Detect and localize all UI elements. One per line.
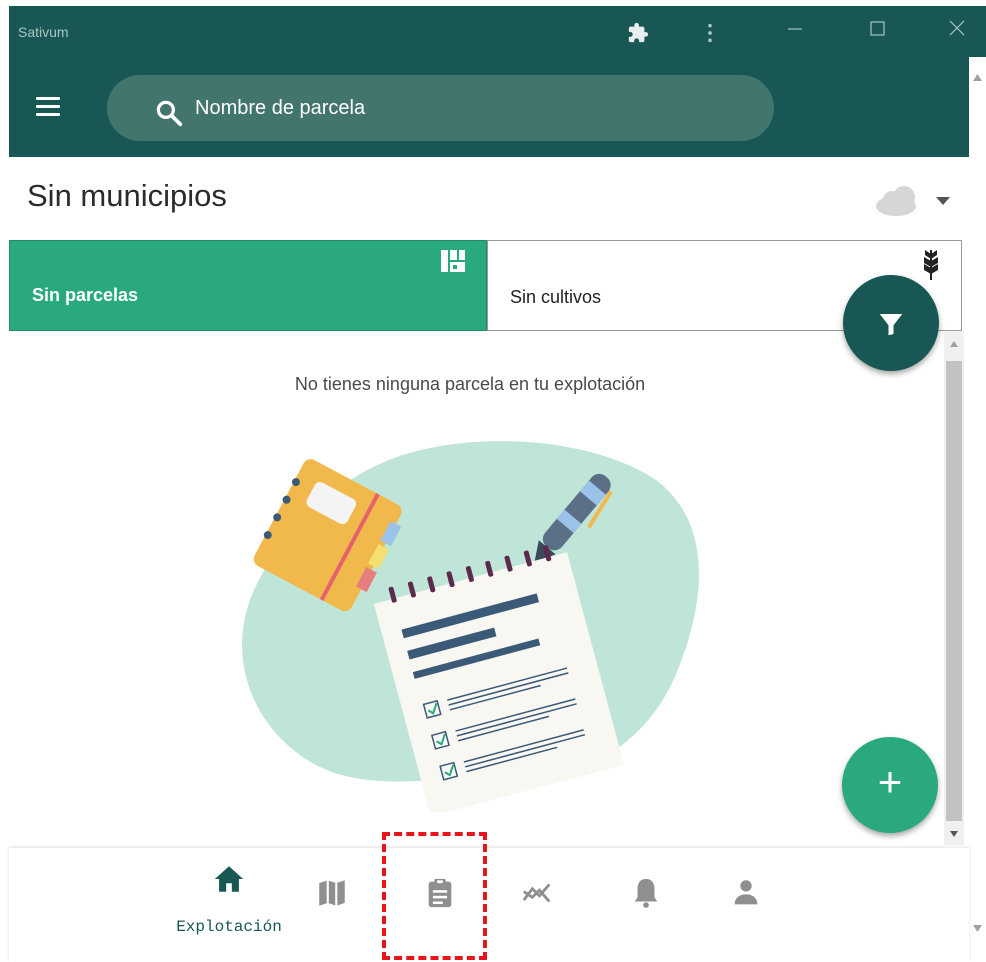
search-input[interactable] [195,91,735,125]
chevron-down-icon [936,197,950,205]
grid-icon [440,249,466,278]
trend-icon [522,883,551,903]
app-bar [9,57,969,157]
close-icon[interactable] [944,16,970,42]
menu-icon[interactable] [36,97,66,119]
highlight-box [382,832,487,960]
bell-icon [634,878,658,908]
tab-parcelas-label: Sin parcelas [32,285,139,305]
nav-label-explotacion: Explotación [176,918,282,936]
empty-state-message: No tienes ninguna parcela en tu explotac… [294,374,646,394]
content-scrollbar[interactable] [944,331,964,845]
person-icon [734,880,758,905]
more-vert-icon[interactable] [699,22,721,49]
cloud-icon [876,186,916,216]
scrollbar-thumb[interactable] [946,361,962,821]
bottom-navigation: Explotación [9,848,969,962]
filter-icon [879,314,903,336]
weather-dropdown[interactable] [872,184,962,220]
nav-item-profile[interactable] [723,870,769,916]
map-icon [319,880,345,906]
empty-state-illustration [236,432,706,817]
plus-icon: + [877,758,903,805]
municipio-title: Sin municipios [27,178,227,213]
window-titlebar[interactable]: Sativum [9,6,986,57]
search-bar[interactable] [107,75,774,141]
add-parcela-button[interactable]: + [842,737,938,833]
nav-item-stats[interactable] [515,870,561,916]
page-scrollbar[interactable] [969,57,986,962]
nav-item-explotacion[interactable]: Explotación [159,858,299,948]
app-title: Sativum [18,24,69,40]
tab-cultivos-label: Sin cultivos [510,287,602,307]
nav-item-notifications[interactable] [623,870,669,916]
nav-item-map[interactable] [309,870,355,916]
maximize-icon[interactable] [864,16,890,42]
puzzle-icon[interactable] [627,22,649,49]
summary-tabs: Sin parcelas Sin cultivos [9,240,964,331]
tab-parcelas[interactable]: Sin parcelas [9,240,487,331]
filter-button[interactable] [843,275,939,371]
search-icon [154,98,184,133]
wheat-icon [919,246,943,287]
home-icon [214,866,244,892]
minimize-icon[interactable] [782,16,808,42]
